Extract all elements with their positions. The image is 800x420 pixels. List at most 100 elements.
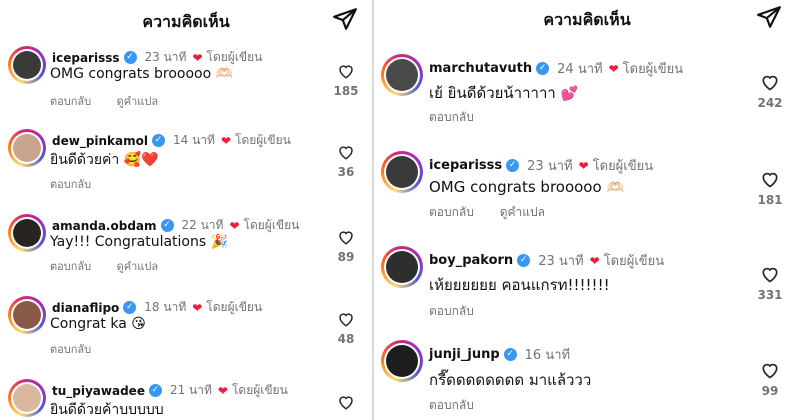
comments-panel-left: ความคิดเห็น iceparisss ✓ 23 นาที ❤ โดยผู… (0, 0, 372, 420)
reply-button[interactable]: ตอบกลับ (429, 205, 474, 219)
comment-text-row: Congrat ka 😘 (50, 316, 146, 332)
comment-item: dew_pinkamol ✓ 14 นาที ❤ โดยผู้เขียน ยิน… (0, 125, 372, 207)
comment-username[interactable]: marchutavuth (429, 61, 532, 76)
comment-emoji: 🫶🏻 (606, 180, 624, 196)
comment-text: เย้ ยินดีด้วยน้าาาาา (429, 84, 556, 102)
verified-badge-icon: ✓ (123, 51, 137, 64)
comment-text: เห้ยยยยยย คอนแกรท!!!!!!! (429, 276, 610, 294)
comment-emoji: 🎉 (210, 234, 229, 250)
author-liked-heart-icon: ❤ (220, 133, 231, 148)
heart-icon[interactable] (337, 143, 355, 161)
like-control[interactable]: 99 (755, 360, 785, 398)
author-liked-label: โดยผู้เขียน (243, 218, 300, 232)
like-count: 331 (757, 288, 783, 302)
like-count: 181 (757, 193, 783, 207)
see-translation-button[interactable]: ดูคำแปล (500, 205, 545, 219)
comment-username[interactable]: boy_pakorn (429, 253, 513, 268)
like-control[interactable]: 36 (331, 143, 361, 179)
author-liked-label: โดยผู้เขียน (231, 383, 288, 397)
comment-text: OMG congrats brooooo (50, 66, 212, 82)
comment-text: Yay!!! Congratulations (50, 234, 207, 250)
comment-username[interactable]: amanda.obdam (52, 219, 157, 233)
verified-badge-icon: ✓ (152, 134, 165, 147)
like-control[interactable]: 48 (331, 310, 361, 346)
author-liked-label: โดยผู้เขียน (592, 159, 654, 174)
share-send-icon[interactable] (332, 6, 358, 32)
author-liked-heart-icon: ❤ (229, 218, 240, 233)
comment-username[interactable]: iceparisss (52, 51, 120, 65)
heart-icon[interactable] (760, 72, 780, 92)
comment-time: 16 นาที (524, 348, 571, 363)
heart-icon[interactable] (760, 169, 780, 189)
reply-button[interactable]: ตอบกลับ (50, 95, 91, 108)
comment-item: marchutavuth ✓ 24 นาที ❤ โดยผู้เขียน เย้… (374, 50, 800, 140)
reply-button[interactable]: ตอบกลับ (429, 398, 474, 412)
like-count: 89 (337, 250, 355, 264)
heart-icon[interactable] (337, 62, 355, 80)
comment-text: Congrat ka (50, 316, 127, 332)
heart-icon[interactable] (337, 228, 355, 246)
comment-username[interactable]: iceparisss (429, 158, 502, 173)
heart-icon[interactable] (337, 393, 355, 411)
comment-time: 18 นาที (144, 300, 187, 314)
avatar[interactable] (8, 379, 46, 417)
like-control[interactable]: 185 (331, 62, 361, 98)
heart-icon[interactable] (337, 310, 355, 328)
verified-badge-icon: ✓ (506, 159, 520, 172)
like-control[interactable]: 242 (755, 72, 785, 110)
author-liked-label: โดยผู้เขียน (603, 254, 665, 269)
heart-icon[interactable] (760, 264, 780, 284)
comment-username[interactable]: dew_pinkamol (52, 134, 148, 148)
comment-item: boy_pakorn ✓ 23 นาที ❤ โดยผู้เขียน เห้ยย… (374, 242, 800, 334)
like-count: 242 (757, 96, 783, 110)
share-send-icon[interactable] (756, 4, 782, 30)
see-translation-button[interactable]: ดูคำแปล (117, 95, 159, 108)
comments-title: ความคิดเห็น (543, 10, 631, 29)
comment-time: 24 นาที (557, 62, 603, 77)
avatar[interactable] (8, 214, 46, 252)
like-count: 185 (333, 84, 359, 98)
reply-button[interactable]: ตอบกลับ (50, 343, 91, 356)
author-liked-heart-icon: ❤ (192, 300, 203, 315)
comment-emoji: 💕 (560, 86, 579, 102)
avatar[interactable] (8, 296, 46, 334)
comments-panel-right: ความคิดเห็น marchutavuth ✓ 24 นาที ❤ โดย… (374, 0, 800, 420)
comments-header: ความคิดเห็น (0, 0, 372, 42)
author-liked-heart-icon: ❤ (608, 61, 619, 76)
author-liked-label: โดยผู้เขียน (622, 62, 684, 77)
like-count: 48 (337, 332, 355, 346)
comment-text-row: Yay!!! Congratulations 🎉 (50, 234, 228, 250)
comment-text-row: OMG congrats brooooo 🫶🏻 (429, 178, 624, 196)
reply-button[interactable]: ตอบกลับ (50, 260, 91, 273)
reply-button[interactable]: ตอบกลับ (50, 178, 91, 191)
comment-text: ยินดีด้วยค้าบบบบบ (50, 402, 164, 418)
author-liked-label: โดยผู้เขียน (206, 300, 263, 314)
like-control[interactable]: 331 (755, 264, 785, 302)
avatar[interactable] (381, 54, 423, 96)
comment-username[interactable]: junji_junp (429, 347, 500, 362)
comment-username[interactable]: tu_piyawadee (52, 384, 145, 398)
verified-badge-icon: ✓ (123, 301, 137, 314)
reply-button[interactable]: ตอบกลับ (429, 110, 474, 124)
like-control[interactable] (331, 393, 361, 411)
comment-emoji: 🫶🏻 (215, 66, 234, 82)
author-liked-heart-icon: ❤ (217, 383, 228, 398)
author-liked-heart-icon: ❤ (192, 50, 203, 65)
see-translation-button[interactable]: ดูคำแปล (117, 260, 159, 273)
avatar[interactable] (381, 340, 423, 382)
heart-icon[interactable] (760, 360, 780, 380)
avatar[interactable] (8, 46, 46, 84)
verified-badge-icon: ✓ (503, 348, 517, 361)
comment-text: OMG congrats brooooo (429, 178, 602, 196)
comment-time: 14 นาที (173, 133, 215, 147)
verified-badge-icon: ✓ (160, 219, 174, 232)
avatar[interactable] (381, 246, 423, 288)
comment-username[interactable]: dianaflipo (52, 301, 119, 315)
author-liked-heart-icon: ❤ (578, 158, 589, 173)
like-control[interactable]: 181 (755, 169, 785, 207)
like-control[interactable]: 89 (331, 228, 361, 264)
avatar[interactable] (8, 129, 46, 167)
avatar[interactable] (381, 151, 423, 193)
reply-button[interactable]: ตอบกลับ (429, 304, 474, 318)
comment-item: iceparisss ✓ 23 นาที ❤ โดยผู้เขียน OMG c… (0, 42, 372, 122)
